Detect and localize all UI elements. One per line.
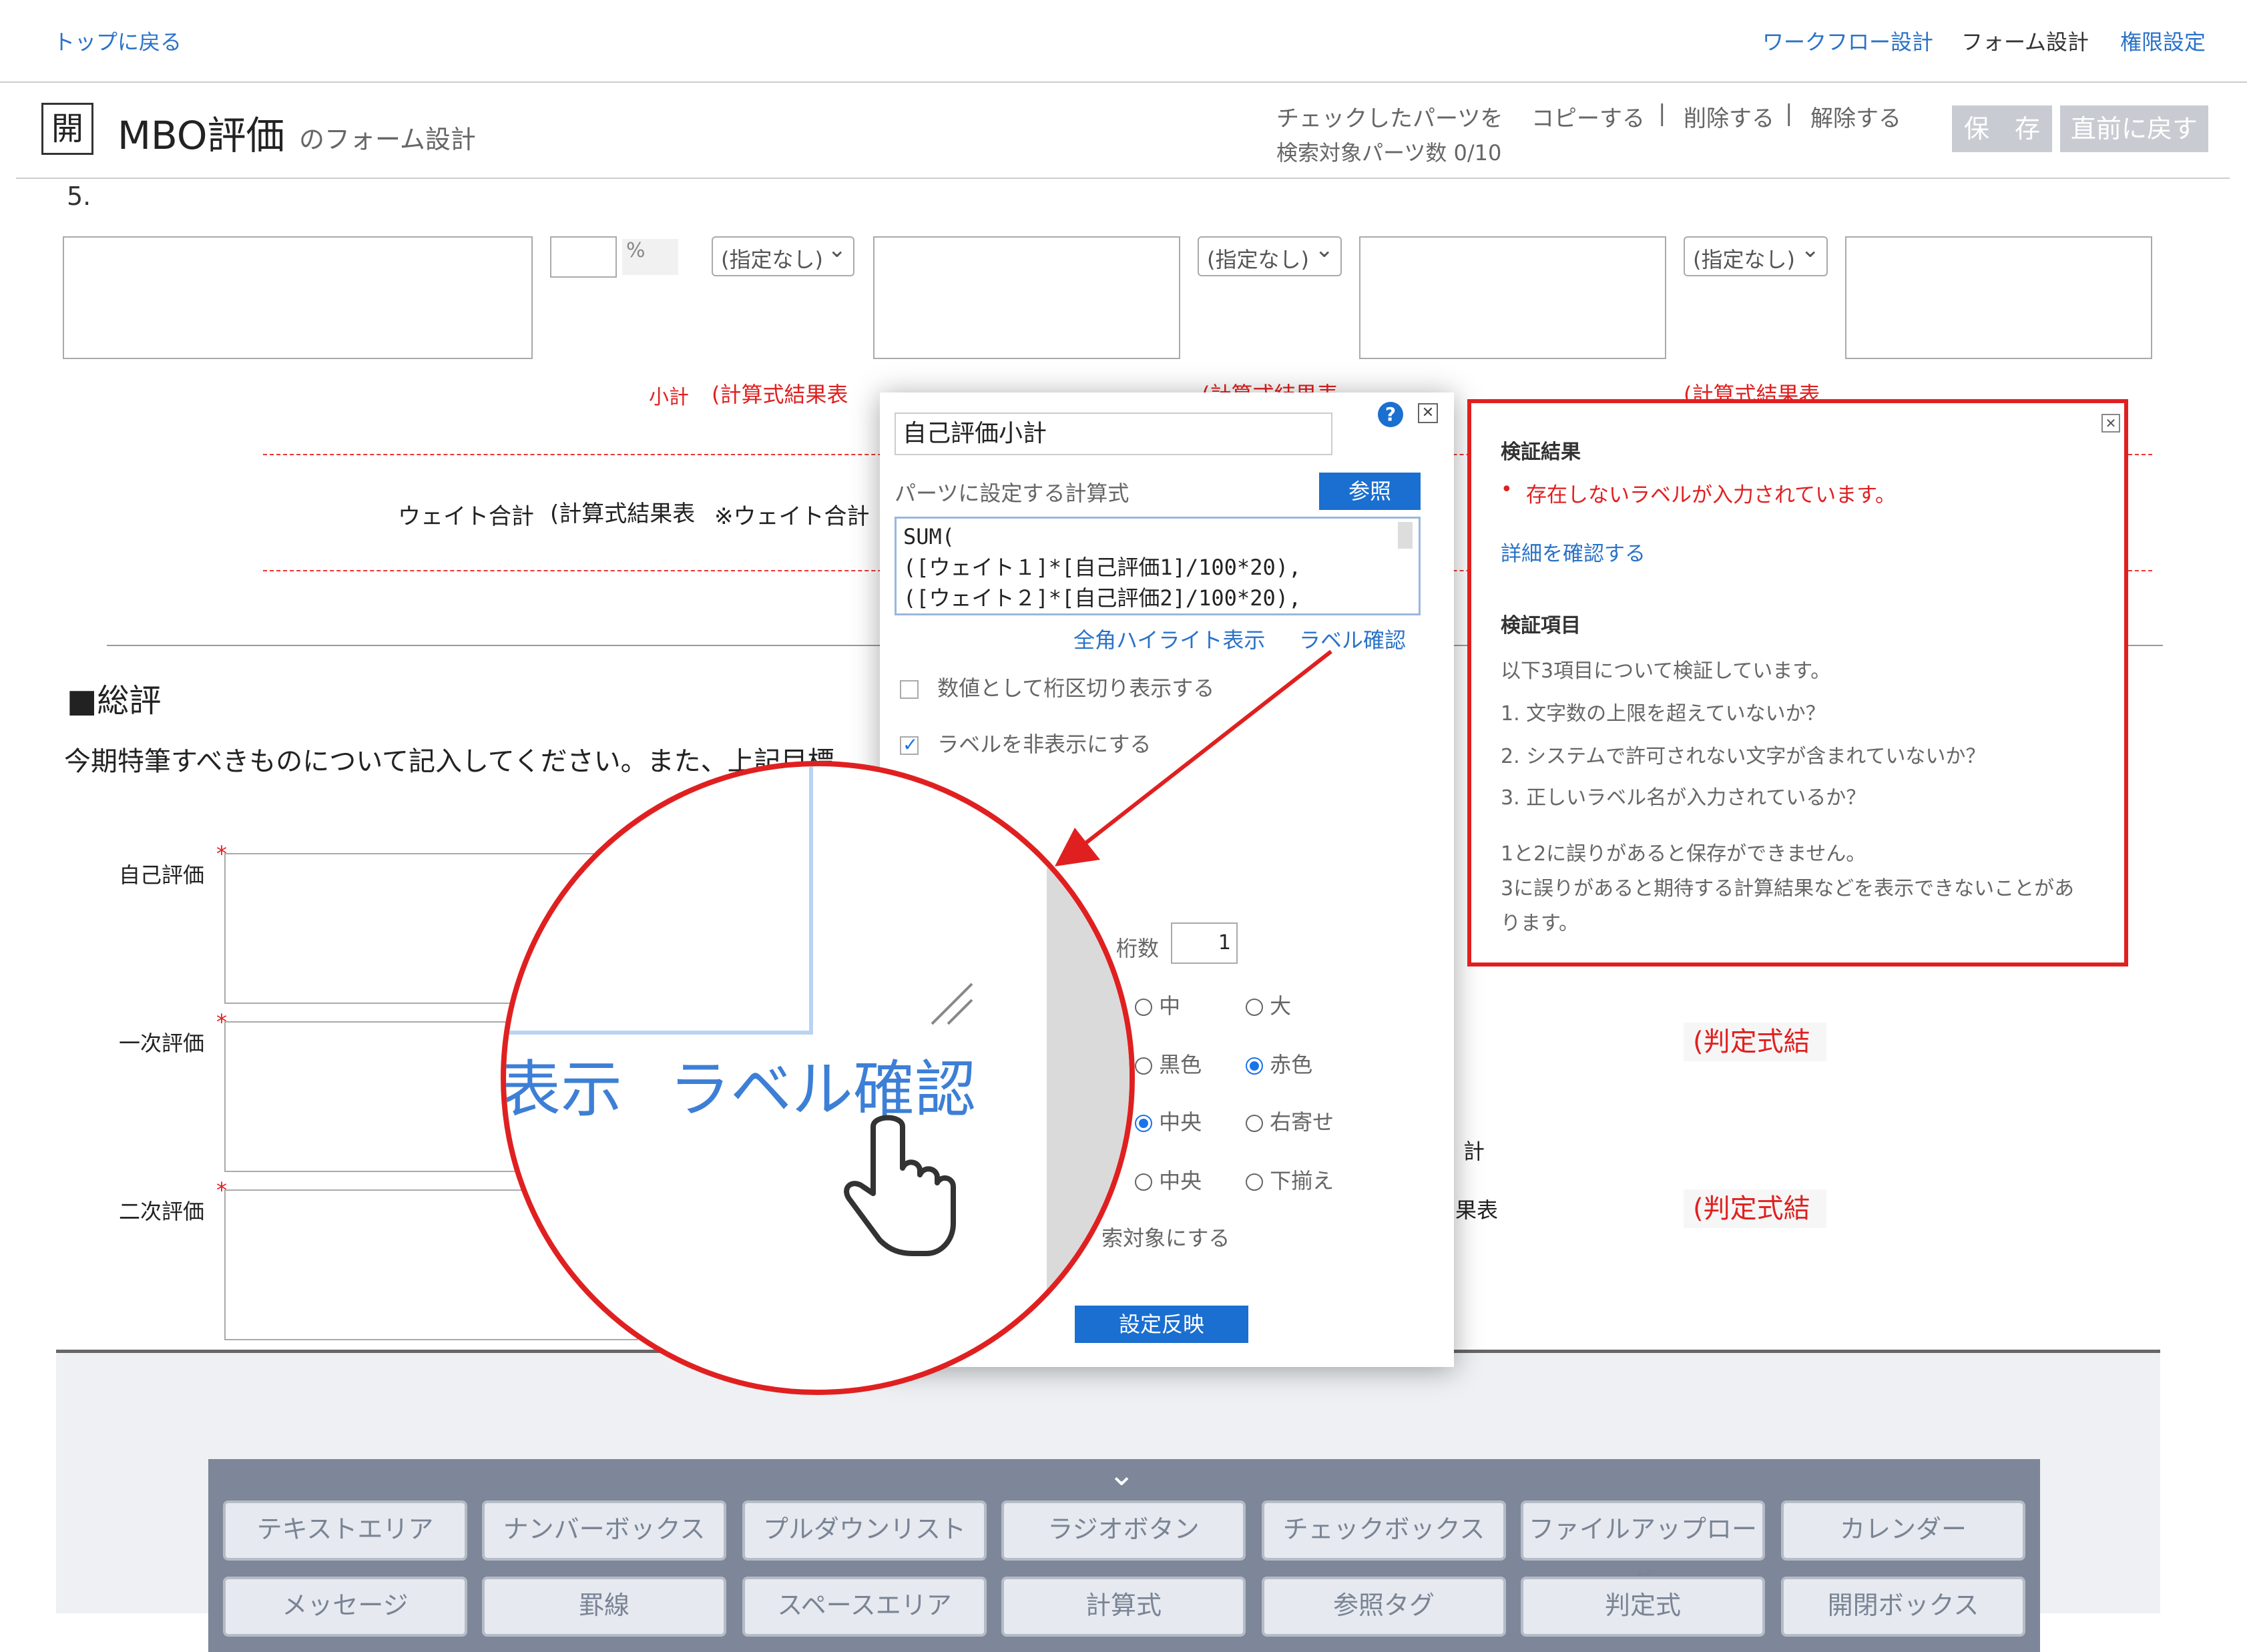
validation-item: 3. 正しいラベル名が入力されているか？ (1501, 786, 1866, 810)
zoom-resize-handle-icon (931, 983, 973, 1025)
validation-error-message: 存在しないラベルが入力されています。 (1526, 483, 1896, 507)
zoom-text-left: 表示 (501, 1054, 623, 1125)
zoom-textarea-frame (506, 766, 813, 1035)
validation-item: 1. 文字数の上限を超えていないか？ (1501, 702, 1826, 726)
zoom-popup-edge (1047, 766, 1130, 1390)
validation-title: 検証結果 (1501, 441, 1581, 464)
zoom-magnifier: 表示 ラベル確認 (501, 761, 1135, 1395)
validation-note: ります。 (1501, 912, 1579, 935)
validation-item: 2. システムで許可されない文字が含まれていないか？ (1501, 745, 1986, 768)
validation-intro: 以下3項目について検証しています。 (1501, 659, 1831, 683)
close-icon[interactable]: ✕ (2101, 414, 2120, 433)
validation-items-title: 検証項目 (1501, 614, 1581, 637)
show-details-link[interactable]: 詳細を確認する (1501, 537, 1646, 567)
error-bullet-icon: • (1501, 478, 1513, 501)
validation-note: 3に誤りがあると期待する計算結果などを表示できないことがあ (1501, 877, 2075, 900)
hand-pointer-icon (844, 1115, 956, 1256)
validation-note: 1と2に誤りがあると保存ができません。 (1501, 842, 1866, 866)
